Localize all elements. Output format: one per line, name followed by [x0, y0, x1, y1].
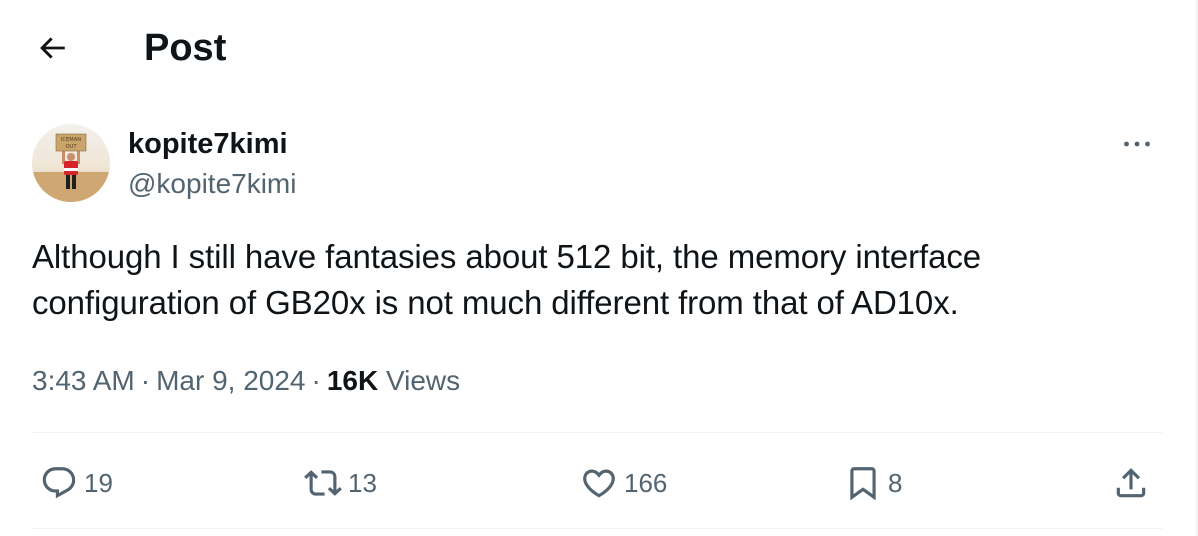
- views-count: 16K: [326, 365, 379, 396]
- bookmark-icon: [850, 467, 876, 501]
- display-name[interactable]: kopite7kimi: [128, 126, 288, 162]
- page-title: Post: [144, 27, 227, 69]
- like-count: 166: [624, 468, 668, 498]
- user-handle[interactable]: @kopite7kimi: [128, 166, 296, 202]
- action-bar: 19 13 166 8: [32, 458, 1162, 508]
- repost-icon: [304, 470, 342, 496]
- meta-separator: ·: [311, 365, 321, 396]
- meta-separator: ·: [140, 365, 151, 396]
- avatar-image: ICEMAN OUT: [32, 124, 110, 202]
- arrow-left-icon: [40, 37, 65, 59]
- bookmark-button[interactable]: 8: [844, 458, 902, 508]
- post-time[interactable]: 3:43 AM: [32, 365, 135, 396]
- header: Post: [0, 0, 1196, 100]
- ellipsis-icon: [1124, 141, 1150, 147]
- share-icon: [1116, 468, 1146, 498]
- like-button[interactable]: 166: [580, 458, 667, 508]
- avatar-sign-line1: ICEMAN: [61, 137, 81, 143]
- repost-button[interactable]: 13: [304, 458, 377, 508]
- divider-top: [32, 432, 1162, 433]
- avatar-sign-line2: OUT: [65, 144, 77, 150]
- reply-button[interactable]: 19: [40, 458, 113, 508]
- tweet-text-line: configuration of GB20x is not much diffe…: [32, 284, 959, 321]
- repost-count: 13: [348, 468, 377, 498]
- reply-count: 19: [84, 468, 113, 498]
- bookmark-count: 8: [888, 468, 903, 498]
- avatar[interactable]: ICEMAN OUT: [32, 124, 110, 202]
- reply-icon: [42, 467, 76, 499]
- share-button[interactable]: [1112, 458, 1150, 508]
- more-options-button[interactable]: [1114, 124, 1160, 164]
- tweet-meta: 3:43 AM · Mar 9, 2024 · 16K Views: [32, 362, 460, 400]
- tweet-text: Although I still have fantasies about 51…: [32, 234, 1162, 326]
- tweet-text-line: Although I still have fantasies about 51…: [32, 238, 982, 275]
- divider-bottom: [32, 528, 1162, 529]
- views-label: Views: [385, 365, 461, 396]
- post-date[interactable]: Mar 9, 2024: [156, 365, 305, 396]
- heart-icon: [583, 469, 615, 498]
- back-button[interactable]: [26, 22, 78, 74]
